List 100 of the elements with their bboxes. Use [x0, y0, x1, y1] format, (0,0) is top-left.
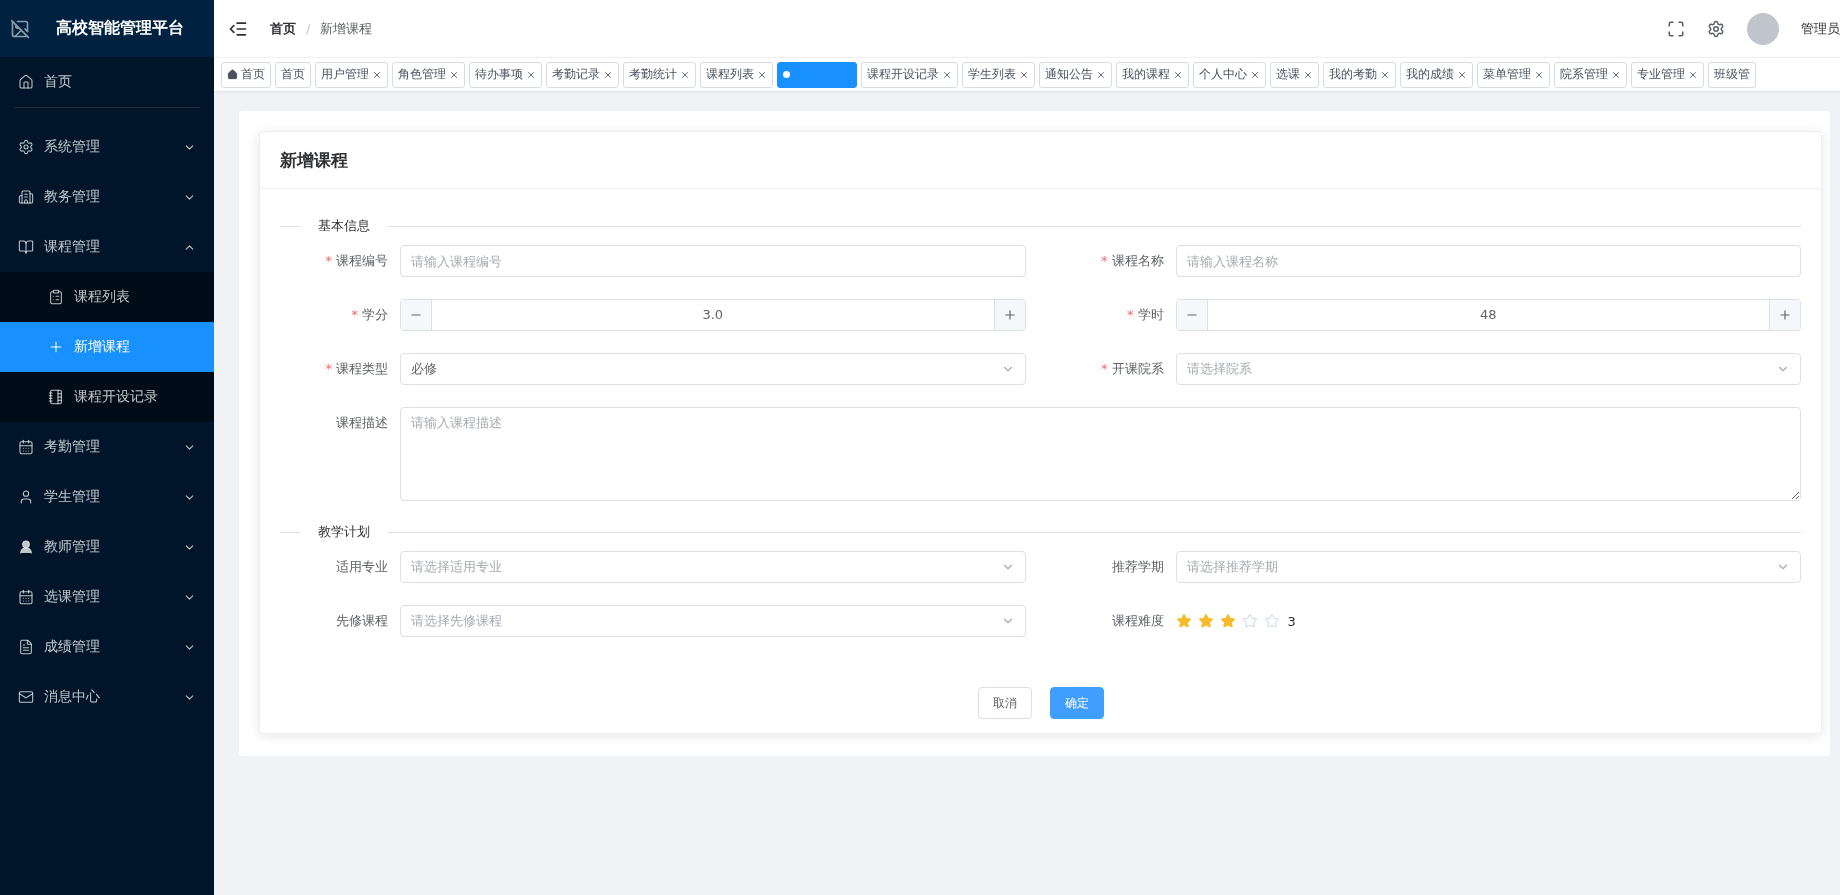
close-icon[interactable] — [942, 69, 952, 80]
building-icon — [18, 189, 34, 205]
tab[interactable]: 个人中心 — [1193, 61, 1266, 88]
close-icon[interactable] — [1688, 69, 1698, 80]
text-input[interactable]: 请输入课程编号 — [400, 245, 1026, 277]
star-icon — [1197, 613, 1214, 629]
close-icon[interactable] — [1250, 69, 1260, 80]
tab[interactable]: 学生列表 — [962, 61, 1035, 88]
tab[interactable] — [777, 61, 857, 88]
calendar-icon — [18, 589, 34, 605]
plus-icon — [1002, 308, 1017, 322]
cancel-button[interactable]: 取消 — [977, 687, 1032, 719]
section-title: 教学计划 — [318, 523, 370, 541]
tab[interactable]: 考勤记录 — [546, 61, 619, 88]
close-icon[interactable] — [1019, 69, 1029, 80]
user-icon — [18, 489, 34, 505]
close-icon[interactable] — [1534, 69, 1544, 80]
document-icon — [18, 639, 34, 655]
field-label: 先修课程 — [335, 612, 389, 630]
settings-icon[interactable] — [1707, 19, 1725, 38]
field-label: * 课程类型 — [324, 360, 389, 378]
tab[interactable]: 院系管理 — [1554, 61, 1627, 88]
close-icon[interactable] — [1611, 69, 1621, 80]
text-input[interactable]: 请输入课程名称 — [1175, 245, 1801, 277]
field-label: 课程描述 — [335, 414, 389, 432]
notebook-icon — [48, 389, 64, 405]
close-icon[interactable] — [1173, 69, 1183, 80]
tab[interactable]: 专业管理 — [1631, 61, 1704, 88]
tab[interactable]: 待办事项 — [469, 61, 542, 88]
tab[interactable]: 首页 — [275, 61, 311, 88]
close-icon[interactable] — [603, 69, 613, 80]
card-title: 新增课程 — [260, 132, 1821, 189]
tab[interactable]: 首页 — [221, 61, 271, 88]
book-icon — [18, 239, 34, 255]
calendar-icon — [18, 439, 34, 455]
tab[interactable]: 角色管理 — [392, 61, 465, 88]
close-icon[interactable] — [372, 69, 382, 80]
tab[interactable]: 通知公告 — [1039, 61, 1112, 88]
user-icon — [18, 539, 34, 555]
menu-item[interactable]: 选课管理 — [0, 572, 214, 622]
breadcrumb-separator: / — [306, 21, 311, 36]
field-label: 推荐学期 — [1110, 558, 1165, 576]
mail-icon — [18, 689, 34, 705]
select-field[interactable]: 必修 — [400, 353, 1026, 385]
rating-value: 3 — [1287, 613, 1296, 629]
close-icon[interactable] — [1457, 69, 1467, 80]
star-rating[interactable]: 3 — [1175, 605, 1296, 637]
breadcrumb-link[interactable]: 首页 — [270, 19, 296, 38]
close-icon[interactable] — [1303, 69, 1313, 80]
tab[interactable]: 课程列表 — [700, 61, 773, 88]
breadcrumb-item: 新增课程 — [320, 19, 373, 38]
submenu-item[interactable]: 课程开设记录 — [0, 372, 214, 422]
star-icon — [1219, 613, 1236, 629]
close-icon[interactable] — [449, 69, 459, 80]
tab[interactable]: 我的考勤 — [1323, 61, 1396, 88]
tab[interactable]: 课程开设记录 — [861, 61, 958, 88]
star-icon — [1263, 613, 1280, 629]
tab[interactable]: 考勤统计 — [623, 61, 696, 88]
menu-item[interactable]: 首页 — [0, 57, 214, 107]
close-icon[interactable] — [526, 69, 536, 80]
star-icon — [1175, 613, 1192, 629]
app-title: 高校智能管理平台 — [56, 18, 184, 39]
tab[interactable]: 菜单管理 — [1477, 61, 1550, 88]
broken-image-icon — [10, 18, 30, 39]
section-title: 基本信息 — [318, 217, 370, 235]
tab[interactable]: 用户管理 — [315, 61, 388, 88]
field-label: 课程难度 — [1110, 612, 1165, 630]
tab[interactable]: 选课 — [1270, 61, 1319, 88]
menu-item[interactable]: 学生管理 — [0, 472, 214, 522]
tab[interactable]: 班级管 — [1708, 61, 1756, 88]
field-label: * 课程名称 — [1100, 252, 1165, 270]
menu-item[interactable]: 教务管理 — [0, 172, 214, 222]
close-icon[interactable] — [1096, 69, 1106, 80]
clipboard-icon — [48, 289, 64, 305]
menu-item[interactable]: 成绩管理 — [0, 622, 214, 672]
star-icon — [1241, 613, 1258, 629]
field-label: * 开课院系 — [1100, 360, 1165, 378]
plus-icon — [48, 339, 64, 355]
tab[interactable]: 我的成绩 — [1400, 61, 1473, 88]
close-icon[interactable] — [1380, 69, 1390, 80]
submenu-item[interactable]: 课程列表 — [0, 272, 214, 322]
user-name[interactable]: 管理员 — [1801, 19, 1840, 38]
field-label: * 学时 — [1126, 306, 1165, 324]
home-icon — [18, 74, 34, 90]
field-label: 适用专业 — [335, 558, 389, 576]
menu-item[interactable]: 系统管理 — [0, 122, 214, 172]
close-icon[interactable] — [757, 69, 767, 80]
tab[interactable]: 我的课程 — [1116, 61, 1189, 88]
field-label: * 课程编号 — [324, 252, 389, 270]
plus-icon — [1778, 308, 1792, 322]
menu-item[interactable]: 教师管理 — [0, 522, 214, 572]
home-icon — [227, 69, 238, 80]
menu-item[interactable]: 课程管理 — [0, 222, 214, 272]
field-label: * 学分 — [350, 306, 389, 324]
settings-icon — [18, 139, 34, 155]
textarea-field[interactable]: 请输入课程描述 — [400, 407, 1801, 501]
menu-item[interactable]: 消息中心 — [0, 672, 214, 722]
menu-item[interactable]: 考勤管理 — [0, 422, 214, 472]
fullscreen-icon[interactable] — [1667, 19, 1685, 38]
close-icon[interactable] — [680, 69, 690, 80]
